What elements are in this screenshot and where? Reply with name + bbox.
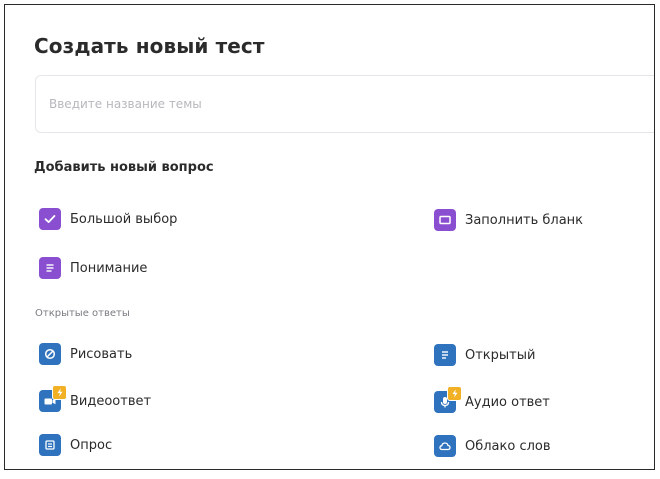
topic-name-input[interactable]	[35, 75, 654, 133]
lightning-badge-icon	[447, 386, 462, 401]
add-question-title: Добавить новый вопрос	[34, 160, 214, 175]
option-audio-answer[interactable]: Аудио ответ	[434, 386, 550, 413]
option-label: Большой выбор	[70, 211, 178, 227]
option-video-answer[interactable]: Видеоответ	[39, 385, 152, 412]
option-label: Открытый	[465, 347, 536, 363]
option-open-ended[interactable]: Открытый	[434, 344, 535, 366]
poll-icon	[39, 434, 61, 456]
lightning-badge-icon	[52, 385, 67, 400]
cloud-icon	[434, 435, 456, 457]
option-label: Понимание	[70, 260, 148, 276]
option-word-cloud[interactable]: Облако слов	[434, 435, 551, 457]
document-lines-icon	[39, 257, 61, 279]
open-answers-title: Открытые ответы	[35, 308, 130, 319]
option-comprehension[interactable]: Понимание	[39, 257, 147, 279]
option-fill-blank[interactable]: Заполнить бланк	[434, 209, 583, 231]
microphone-icon	[434, 386, 462, 413]
option-label: Заполнить бланк	[465, 212, 584, 228]
option-label: Аудио ответ	[465, 394, 550, 410]
option-label: Рисовать	[70, 346, 133, 362]
option-draw[interactable]: Рисовать	[39, 343, 132, 365]
create-test-panel: Создать новый тест Добавить новый вопрос…	[4, 4, 655, 470]
option-label: Видеоответ	[70, 393, 152, 409]
draw-icon	[39, 343, 61, 365]
checkbox-icon	[39, 208, 61, 230]
option-poll[interactable]: Опрос	[39, 434, 112, 456]
video-camera-icon	[39, 385, 67, 412]
option-multiple-choice[interactable]: Большой выбор	[39, 208, 177, 230]
option-label: Опрос	[70, 437, 113, 453]
page-title: Создать новый тест	[34, 34, 265, 58]
option-label: Облако слов	[465, 438, 551, 454]
blank-field-icon	[434, 209, 456, 231]
text-lines-icon	[434, 344, 456, 366]
